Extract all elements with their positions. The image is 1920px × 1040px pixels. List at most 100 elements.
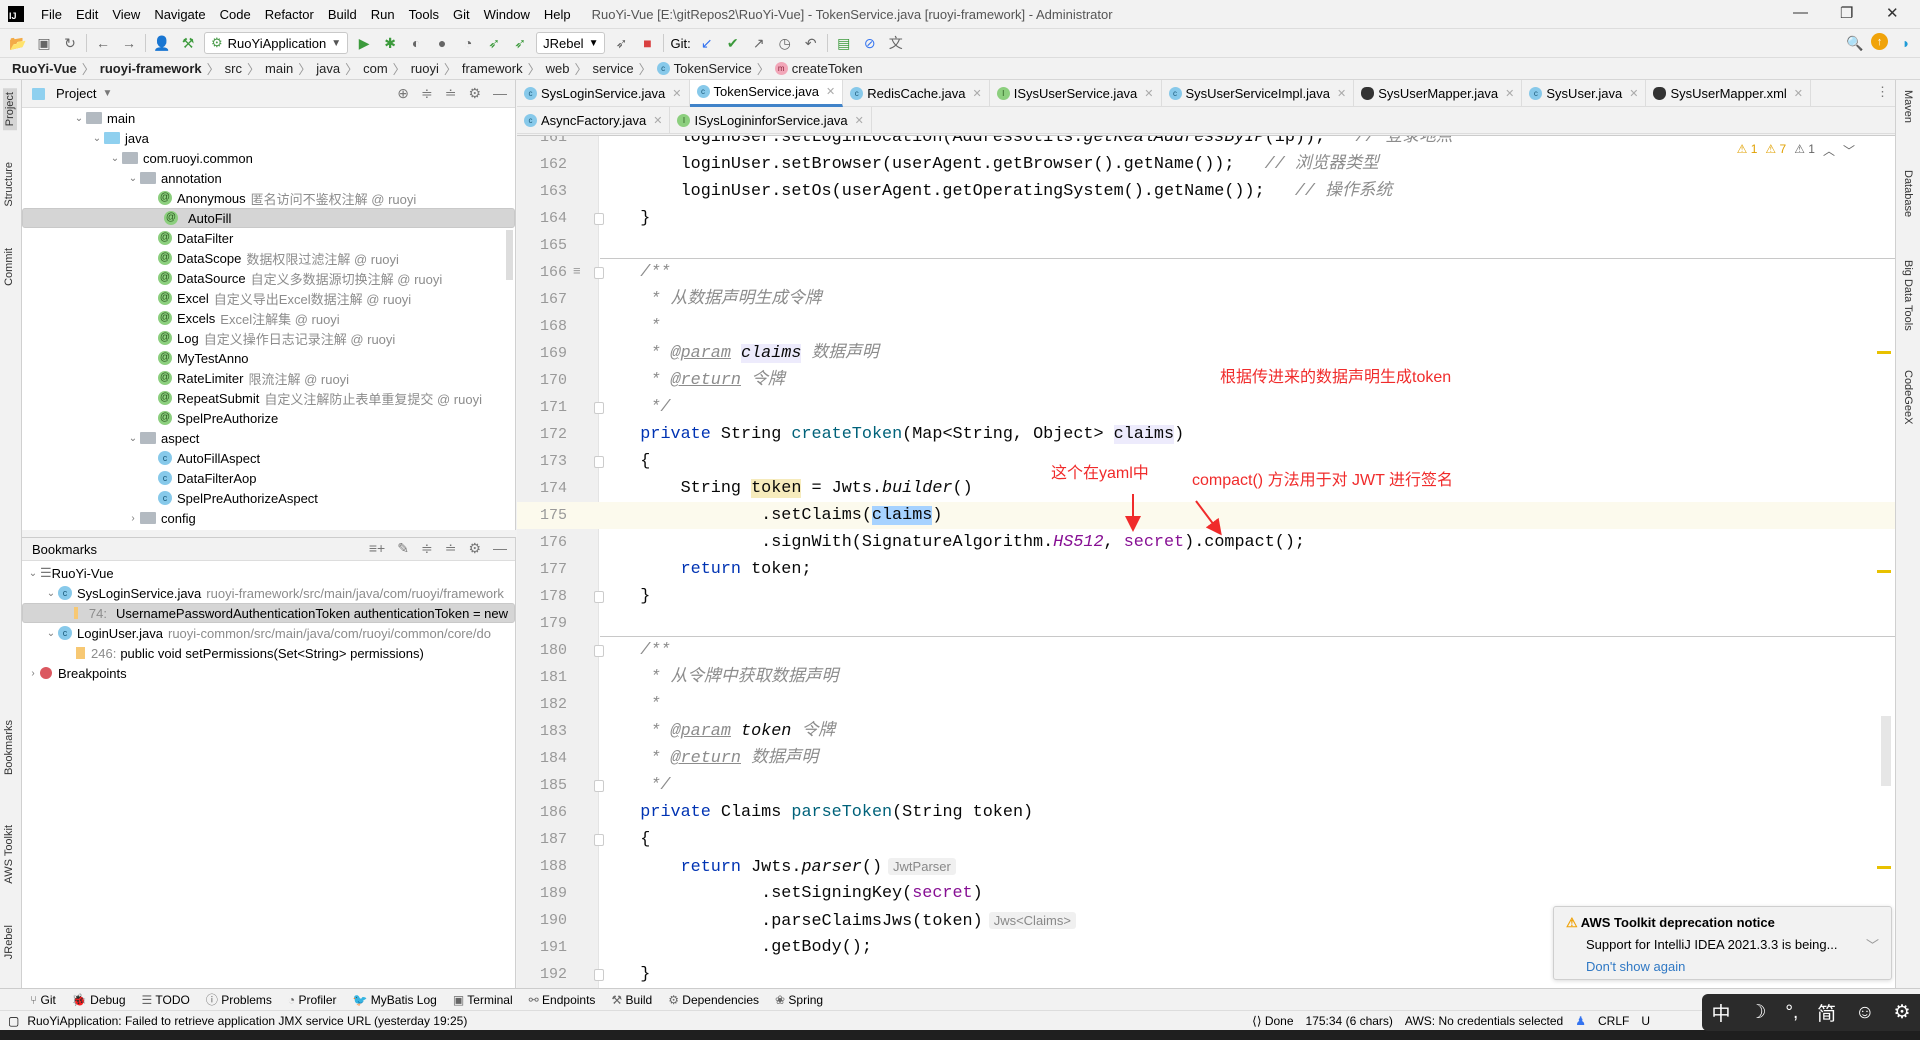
line-separator[interactable]: CRLF [1598, 1014, 1629, 1028]
tree-item[interactable]: @ RateLimiter 限流注解 @ ruoyi [22, 368, 515, 388]
menu-view[interactable]: View [105, 7, 147, 22]
stop-icon[interactable]: ■ [637, 33, 657, 53]
tree-item[interactable]: @ DataSource 自定义多数据源切换注解 @ ruoyi [22, 268, 515, 288]
aws-toolkit-tool-button[interactable]: AWS Toolkit [3, 825, 15, 884]
tab-asyncfactory-java[interactable]: c AsyncFactory.java ✕ [517, 106, 671, 134]
close-button[interactable]: ✕ [1886, 4, 1899, 22]
close-tab-icon[interactable]: ✕ [1337, 87, 1346, 100]
jrebel-tool-button[interactable]: JRebel [3, 925, 15, 959]
tree-item[interactable]: @ Log 自定义操作日志记录注解 @ ruoyi [22, 328, 515, 348]
tree-item[interactable]: @ MyTestAnno [22, 348, 515, 368]
tree-item[interactable]: › Breakpoints [22, 663, 515, 683]
project-tool-button[interactable]: Project [3, 88, 17, 131]
tool-problems[interactable]: ⓘ Problems [206, 991, 272, 1008]
chevron-down-icon[interactable]: ⌄ [90, 133, 104, 144]
menu-navigate[interactable]: Navigate [147, 7, 212, 22]
back-icon[interactable]: ← [93, 33, 113, 53]
close-tab-icon[interactable]: ✕ [1629, 87, 1638, 100]
chevron-down-icon[interactable]: ⌄ [108, 153, 122, 164]
breadcrumb-item[interactable]: src [225, 61, 242, 76]
expand-all-icon[interactable]: ≑ [421, 85, 433, 102]
tree-item[interactable]: c DataFilterAop [22, 468, 515, 488]
sync-icon[interactable]: ↻ [60, 33, 80, 53]
close-tab-icon[interactable]: ✕ [672, 87, 681, 100]
menu-help[interactable]: Help [537, 7, 578, 22]
menu-code[interactable]: Code [213, 7, 258, 22]
rollback-icon[interactable]: ↶ [801, 33, 821, 53]
edit-icon[interactable]: ✎ [397, 540, 409, 557]
settings-gear-icon[interactable]: ⚙ [468, 540, 481, 557]
encoding[interactable]: U [1641, 1014, 1650, 1028]
tree-item[interactable]: ⌄ aspect [22, 428, 515, 448]
menu-refactor[interactable]: Refactor [258, 7, 321, 22]
hide-icon[interactable]: — [493, 85, 507, 102]
locate-icon[interactable]: ⊕ [397, 85, 409, 102]
chevron-down-icon[interactable]: ⌄ [26, 568, 40, 579]
ime-emoji-icon[interactable]: ☺ [1855, 1002, 1874, 1024]
tree-item[interactable]: @ Excels Excel注解集 @ ruoyi [22, 308, 515, 328]
breadcrumb-item[interactable]: RuoYi-Vue [12, 61, 77, 76]
tree-item[interactable]: c SpelPreAuthorizeAspect [22, 488, 515, 508]
jrebel-debug-icon[interactable]: ➶ [510, 33, 530, 53]
tree-item[interactable]: @ RepeatSubmit 自定义注解防止表单重复提交 @ ruoyi [22, 388, 515, 408]
chevron-right-icon[interactable]: › [26, 668, 40, 679]
tree-item[interactable]: ⌄ annotation [22, 168, 515, 188]
tree-item[interactable]: 246: public void setPermissions(Set<Strin… [22, 643, 515, 663]
breadcrumb-item[interactable]: framework [462, 61, 523, 76]
breadcrumb-item[interactable]: ruoyi-framework [100, 61, 202, 76]
user-icon[interactable]: 👤 [152, 33, 172, 53]
tree-item[interactable]: 74: UsernamePasswordAuthenticationToken a… [22, 603, 515, 623]
ime-settings-icon[interactable]: ⚙ [1893, 1001, 1910, 1024]
run-icon[interactable]: ▶ [354, 33, 374, 53]
git-push-icon[interactable]: ↗ [749, 33, 769, 53]
jrebel-update-icon[interactable]: ➶ [611, 33, 631, 53]
menu-run[interactable]: Run [364, 7, 402, 22]
jrebel-select[interactable]: JRebel ▼ [536, 32, 606, 54]
close-tab-icon[interactable]: ✕ [826, 85, 835, 98]
tool-spring[interactable]: ❀ Spring [775, 993, 823, 1007]
disable-icon[interactable]: ⊘ [860, 33, 880, 53]
settings-gear-icon[interactable]: ⚙ [468, 85, 481, 102]
search-icon[interactable]: 🔍 [1845, 33, 1865, 53]
breadcrumb-item[interactable]: com [363, 61, 388, 76]
maximize-button[interactable]: ❐ [1840, 4, 1853, 22]
tree-item[interactable]: @ Excel 自定义导出Excel数据注解 @ ruoyi [22, 288, 515, 308]
history-icon[interactable]: ◷ [775, 33, 795, 53]
aws-icon[interactable]: ♟ [1575, 1014, 1586, 1028]
commit-tool-button[interactable]: Commit [3, 248, 15, 286]
collapse-all-icon[interactable]: ≐ [445, 85, 457, 102]
breadcrumb-item[interactable]: TokenService [674, 61, 752, 76]
close-tab-icon[interactable]: ✕ [855, 114, 864, 127]
breadcrumb-item[interactable]: main [265, 61, 293, 76]
big-data-tools-button[interactable]: Big Data Tools [1902, 260, 1914, 331]
tab-tokenservice-java[interactable]: c TokenService.java ✕ [689, 79, 844, 107]
chevron-down-icon[interactable]: ⌄ [72, 113, 86, 124]
collapse-all-icon[interactable]: ≐ [445, 540, 457, 557]
project-scrollbar[interactable] [506, 230, 513, 280]
update-icon[interactable]: ↑ [1871, 33, 1888, 50]
tab-sysuserserviceimpl-java[interactable]: c SysUserServiceImpl.java ✕ [1162, 79, 1355, 107]
expand-chevron-icon[interactable]: ﹀ [1866, 935, 1879, 954]
tab-rediscache-java[interactable]: c RedisCache.java ✕ [843, 79, 990, 107]
tool-dependencies[interactable]: ⚙ Dependencies [668, 993, 759, 1007]
monitor-icon[interactable]: ▤ [834, 33, 854, 53]
done-status[interactable]: ⟨⟩ Done [1252, 1014, 1293, 1028]
breadcrumb-item[interactable]: createToken [792, 61, 863, 76]
build-hammer-icon[interactable]: ⚒ [178, 33, 198, 53]
breadcrumb-item[interactable]: java [316, 61, 340, 76]
tool-todo[interactable]: ☰ TODO [142, 993, 190, 1007]
tree-item[interactable]: @ Anonymous 匿名访问不鉴权注解 @ ruoyi [22, 188, 515, 208]
jrebel-run-icon[interactable]: ➶ [484, 33, 504, 53]
database-tool-button[interactable]: Database [1902, 170, 1914, 217]
tab-isysuserservice-java[interactable]: I ISysUserService.java ✕ [990, 79, 1162, 107]
menu-window[interactable]: Window [477, 7, 537, 22]
close-tab-icon[interactable]: ✕ [1794, 87, 1803, 100]
chevron-down-icon[interactable]: ⌄ [126, 173, 140, 184]
git-commit-icon[interactable]: ✔ [723, 33, 743, 53]
menu-edit[interactable]: Edit [69, 7, 105, 22]
add-bookmark-list-icon[interactable]: ≡+ [369, 540, 385, 557]
tree-item[interactable]: @ DataScope 数据权限过滤注解 @ ruoyi [22, 248, 515, 268]
status-toggle-icon[interactable]: ▢ [8, 1014, 19, 1028]
translate-icon[interactable]: 文 [886, 33, 906, 53]
tree-item[interactable]: ⌄ ☰ RuoYi-Vue [22, 563, 515, 583]
